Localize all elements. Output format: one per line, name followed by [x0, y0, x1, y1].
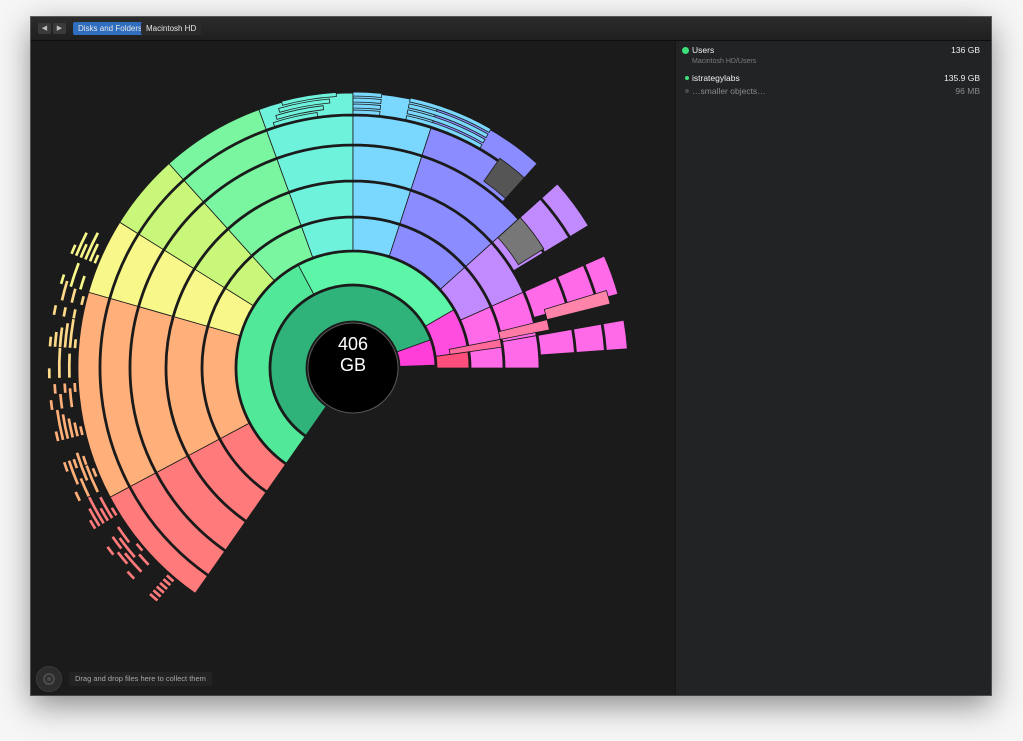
sunburst-center[interactable]: [307, 322, 399, 414]
collector-button[interactable]: [36, 666, 62, 692]
sunburst-segment[interactable]: [78, 425, 85, 437]
sunburst-segment[interactable]: [67, 387, 75, 409]
sunburst-segment[interactable]: [79, 294, 86, 307]
list-item[interactable]: …smaller objects… 96 MB: [676, 85, 991, 98]
sunburst-segment[interactable]: [352, 109, 381, 116]
sunburst-segment[interactable]: [52, 383, 58, 395]
folder-color-dot: [682, 47, 689, 54]
item-color-dot: [685, 76, 689, 80]
breadcrumb-disks-and-folders[interactable]: Disks and Folders: [73, 22, 152, 35]
sunburst-segment[interactable]: [57, 346, 63, 379]
sunburst-chart-area: 406 GB Drag and drop files here to colle…: [31, 41, 675, 695]
sunburst-segment[interactable]: [136, 552, 151, 567]
sunburst-segment[interactable]: [48, 399, 55, 411]
sunburst-segment[interactable]: [47, 367, 52, 380]
toolbar: ◀ ▶ Disks and Folders Macintosh HD: [31, 17, 991, 41]
selected-folder-row[interactable]: Users 136 GB Macintosh HD/Users: [676, 41, 991, 71]
back-button[interactable]: ◀: [38, 23, 51, 34]
sunburst-segment[interactable]: [67, 352, 72, 379]
sunburst-segment[interactable]: [58, 393, 65, 410]
sunburst-segment[interactable]: [71, 308, 78, 320]
breadcrumb-macintosh-hd[interactable]: Macintosh HD: [141, 22, 202, 35]
sunburst-segment[interactable]: [68, 261, 81, 289]
list-item[interactable]: istrategylabs 135.9 GB: [676, 72, 991, 85]
sunburst-chart[interactable]: [31, 41, 675, 663]
app-window: ◀ ▶ Disks and Folders Macintosh HD 406 G…: [31, 17, 991, 695]
sunburst-segment[interactable]: [73, 490, 83, 503]
sunburst-segment[interactable]: [72, 338, 78, 350]
side-panel: Users 136 GB Macintosh HD/Users istrateg…: [675, 41, 991, 695]
sunburst-segment[interactable]: [62, 382, 68, 394]
selected-folder-name: Users: [692, 45, 715, 55]
selected-folder-path: Macintosh HD/Users: [692, 58, 757, 65]
drop-hint: Drag and drop files here to collect them: [69, 672, 212, 686]
forward-button[interactable]: ▶: [53, 23, 66, 34]
selected-folder-size: 136 GB: [951, 45, 980, 55]
sunburst-segment[interactable]: [52, 330, 59, 348]
sunburst-segment[interactable]: [72, 382, 78, 393]
item-name: …smaller objects…: [692, 86, 766, 96]
sunburst-segment[interactable]: [502, 335, 540, 369]
item-name: istrategylabs: [692, 73, 740, 83]
item-color-dot: [685, 89, 689, 93]
sunburst-segment[interactable]: [61, 306, 68, 318]
sunburst-segment[interactable]: [573, 323, 605, 353]
item-size: 96 MB: [955, 86, 980, 96]
sunburst-segment[interactable]: [51, 304, 59, 317]
bottom-bar: Drag and drop files here to collect them: [31, 663, 675, 695]
item-size: 135.9 GB: [944, 73, 980, 83]
sunburst-segment[interactable]: [537, 328, 575, 356]
sunburst-segment[interactable]: [78, 274, 87, 291]
sunburst-segment[interactable]: [47, 335, 54, 348]
sunburst-segment[interactable]: [125, 569, 137, 581]
sunburst-segment[interactable]: [69, 287, 78, 304]
sunburst-segment[interactable]: [57, 326, 65, 349]
sunburst-segment[interactable]: [602, 319, 628, 351]
sunburst-segment[interactable]: [105, 544, 116, 557]
